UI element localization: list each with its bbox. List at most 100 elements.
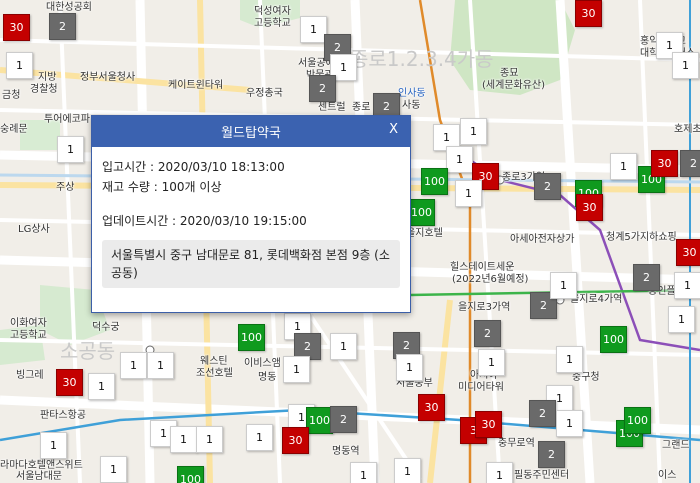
pharmacy-marker[interactable]: 100 xyxy=(306,407,333,434)
map-label: 미디어타워 xyxy=(458,382,504,393)
map-label: LG상사 xyxy=(18,224,50,235)
map-canvas[interactable]: 대한성공회 덕성여자 고등학교 서울공예 박물관 인사동 종로1.2.3.4가동… xyxy=(0,0,700,483)
map-label: (2022년6월예정) xyxy=(452,274,529,285)
pharmacy-marker[interactable]: 1 xyxy=(170,426,197,453)
map-label: 중구청 xyxy=(572,372,600,383)
pharmacy-marker[interactable]: 30 xyxy=(575,0,602,27)
close-button[interactable]: X xyxy=(389,122,398,137)
pharmacy-marker[interactable]: 1 xyxy=(196,426,223,453)
pharmacy-marker[interactable]: 1 xyxy=(300,16,327,43)
pharmacy-marker[interactable]: 1 xyxy=(40,432,67,459)
map-label: 지방 xyxy=(38,72,57,83)
pharmacy-marker[interactable]: 1 xyxy=(147,352,174,379)
map-label: 금청 xyxy=(2,90,21,101)
pharmacy-marker[interactable]: 1 xyxy=(6,52,33,79)
map-label: 판타스항공 xyxy=(40,410,86,421)
map-label: 힐스테이트세운 xyxy=(450,262,515,273)
pharmacy-marker[interactable]: 1 xyxy=(455,180,482,207)
map-label: 웨스틴 xyxy=(200,356,228,367)
pharmacy-marker[interactable]: 30 xyxy=(576,194,603,221)
cluster-marker[interactable]: 2 xyxy=(680,150,700,177)
pharmacy-marker[interactable]: 1 xyxy=(460,118,487,145)
map-label: 정부서울청사 xyxy=(80,72,136,83)
map-label: 덕수궁 xyxy=(92,322,120,333)
pharmacy-marker[interactable]: 30 xyxy=(3,14,30,41)
pharmacy-marker[interactable]: 30 xyxy=(56,369,83,396)
pharmacy-marker[interactable]: 100 xyxy=(624,407,651,434)
map-label: 숭례문 xyxy=(0,124,28,135)
map-label: 아세아전자상가 xyxy=(510,234,575,245)
map-label: 경찰청 xyxy=(30,84,58,95)
cluster-marker[interactable]: 2 xyxy=(309,75,336,102)
map-label: 청계5가지하쇼핑 xyxy=(606,232,677,243)
map-label: 주상 xyxy=(56,182,75,193)
pharmacy-marker[interactable]: 1 xyxy=(668,306,695,333)
cluster-marker[interactable]: 2 xyxy=(633,264,660,291)
pharmacy-marker[interactable]: 30 xyxy=(282,427,309,454)
pharmacy-marker[interactable]: 100 xyxy=(177,466,204,483)
map-label: 필동주민센터 xyxy=(514,470,570,481)
pharmacy-marker[interactable]: 1 xyxy=(556,346,583,373)
popup-header: 월드탑약국 X xyxy=(92,116,410,147)
map-label: 소공동 xyxy=(60,339,116,363)
pharmacy-marker[interactable]: 100 xyxy=(600,326,627,353)
pharmacy-marker[interactable]: 30 xyxy=(651,150,678,177)
pharmacy-marker[interactable]: 100 xyxy=(238,324,265,351)
pharmacy-marker[interactable]: 1 xyxy=(556,410,583,437)
map-label: 충무로역 xyxy=(498,438,535,449)
map-label: 종로 xyxy=(352,102,371,113)
pharmacy-marker[interactable]: 1 xyxy=(120,352,147,379)
map-label: 명동 xyxy=(258,372,277,383)
map-label: 호제초 xyxy=(674,124,700,135)
map-label: 을지호텔 xyxy=(406,228,443,239)
pharmacy-marker[interactable]: 1 xyxy=(350,462,377,483)
map-label: 케이트윈타워 xyxy=(168,80,224,91)
cluster-marker[interactable]: 2 xyxy=(534,173,561,200)
pharmacy-marker[interactable]: 1 xyxy=(330,333,357,360)
pharmacy-marker[interactable]: 1 xyxy=(674,272,700,299)
popup-title: 월드탑약국 xyxy=(221,126,281,141)
map-label: 빙그레 xyxy=(16,370,44,381)
cluster-marker[interactable]: 2 xyxy=(474,320,501,347)
map-label: 이비스앰 xyxy=(244,358,281,369)
map-label: 조선호텔 xyxy=(196,368,233,379)
pharmacy-marker[interactable]: 1 xyxy=(610,153,637,180)
pharmacy-marker[interactable]: 30 xyxy=(475,411,502,438)
pharmacy-info-popup: 월드탑약국 X 입고시간 : 2020/03/10 18:13:00 재고 수량… xyxy=(91,115,411,313)
pharmacy-marker[interactable]: 1 xyxy=(88,373,115,400)
popup-body: 입고시간 : 2020/03/10 18:13:00 재고 수량 : 100개 … xyxy=(92,147,410,288)
cluster-marker[interactable]: 2 xyxy=(330,406,357,433)
pharmacy-marker[interactable]: 1 xyxy=(478,349,505,376)
map-label: 서울남대문 xyxy=(16,471,62,482)
pharmacy-marker[interactable]: 1 xyxy=(57,136,84,163)
pharmacy-marker[interactable]: 100 xyxy=(421,168,448,195)
pharmacy-marker[interactable]: 100 xyxy=(408,199,435,226)
pharmacy-marker[interactable]: 1 xyxy=(100,456,127,483)
pharmacy-marker[interactable]: 1 xyxy=(396,354,423,381)
map-label: 사동 xyxy=(402,100,421,111)
pharmacy-marker[interactable]: 1 xyxy=(550,272,577,299)
map-label: 그랜드 xyxy=(662,440,690,451)
cluster-marker[interactable]: 2 xyxy=(538,441,565,468)
pharmacy-marker[interactable]: 1 xyxy=(446,146,473,173)
map-label: 우정총국 xyxy=(246,88,283,99)
map-label: (세계문화유산) xyxy=(482,80,546,91)
map-label: 인사동 xyxy=(398,88,426,99)
pharmacy-marker[interactable]: 1 xyxy=(246,424,273,451)
pharmacy-marker[interactable]: 1 xyxy=(672,52,699,79)
address-box: 서울특별시 중구 남대문로 81, 롯데백화점 본점 9층 (소공동) xyxy=(102,240,400,288)
cluster-marker[interactable]: 2 xyxy=(529,400,556,427)
updated-time: 업데이트시간 : 2020/03/10 19:15:00 xyxy=(102,214,307,228)
cluster-marker[interactable]: 2 xyxy=(49,13,76,40)
pharmacy-marker[interactable]: 30 xyxy=(418,394,445,421)
map-label: 투어에코파 xyxy=(44,114,90,125)
map-label: 고등학교 xyxy=(10,330,47,341)
map-label: 종묘 xyxy=(500,68,519,79)
pharmacy-marker[interactable]: 1 xyxy=(283,356,310,383)
pharmacy-marker[interactable]: 1 xyxy=(394,458,421,483)
received-time: 입고시간 : 2020/03/10 18:13:00 xyxy=(102,160,285,174)
stock-amount: 재고 수량 : 100개 이상 xyxy=(102,180,222,194)
pharmacy-marker[interactable]: 1 xyxy=(486,462,513,483)
pharmacy-marker[interactable]: 30 xyxy=(676,239,700,266)
map-label: 명동역 xyxy=(332,446,360,457)
